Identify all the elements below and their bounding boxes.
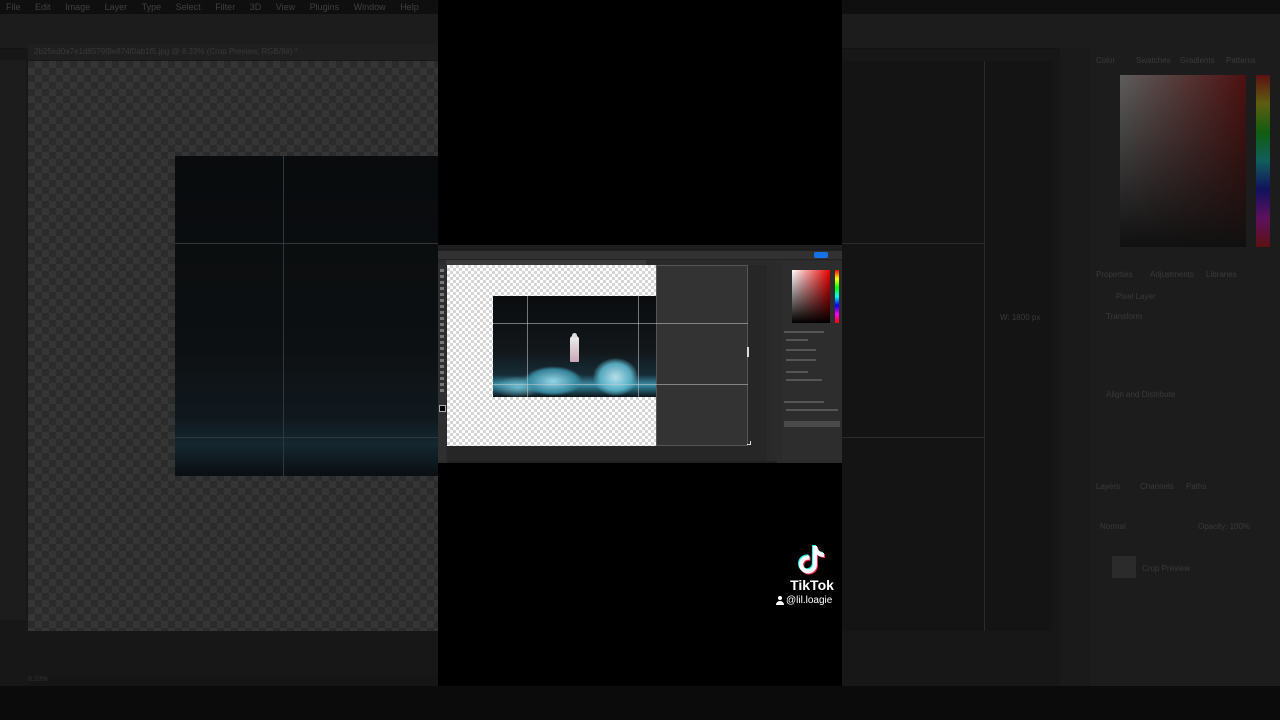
brush-tool-icon[interactable]	[440, 317, 444, 320]
ps-options-bar[interactable]	[438, 251, 842, 260]
ps-hue-slider[interactable]	[835, 270, 839, 323]
ps-align-icons	[786, 379, 822, 381]
smoke-effect	[593, 358, 638, 396]
path-select-icon[interactable]	[440, 371, 444, 374]
tiktok-logo-icon	[798, 545, 825, 575]
ps-layers-tabs[interactable]	[784, 401, 824, 403]
ps-properties-row	[786, 339, 808, 341]
frame-tool-icon[interactable]	[440, 299, 444, 302]
history-brush-icon[interactable]	[440, 329, 444, 332]
crop-grid-line	[638, 296, 639, 397]
crop-grid-line	[527, 296, 528, 397]
marquee-tool-icon[interactable]	[440, 275, 444, 278]
ps-toolbar	[438, 265, 446, 461]
ps-scrollbar[interactable]	[768, 265, 774, 461]
person-figure	[570, 336, 579, 362]
healing-tool-icon[interactable]	[440, 311, 444, 314]
gradient-tool-icon[interactable]	[440, 341, 444, 344]
ps-color-picker[interactable]	[792, 270, 830, 323]
ps-share-button[interactable]	[814, 252, 828, 258]
eyedropper-tool-icon[interactable]	[440, 305, 444, 308]
select-tool-icon[interactable]	[440, 287, 444, 290]
ps-layers-options[interactable]	[786, 409, 838, 411]
lasso-tool-icon[interactable]	[440, 281, 444, 284]
ps-transform-row	[786, 349, 816, 351]
tiktok-handle-text: @lil.loagie	[786, 595, 833, 606]
crop-grid-line	[493, 323, 748, 324]
foreground-color-swatch[interactable]	[439, 405, 446, 412]
shape-tool-icon[interactable]	[440, 377, 444, 380]
ps-layer-row[interactable]	[784, 421, 840, 427]
bottom-letterbox	[0, 686, 1280, 720]
eraser-tool-icon[interactable]	[440, 335, 444, 338]
blur-tool-icon[interactable]	[440, 347, 444, 350]
move-tool-icon[interactable]	[440, 269, 444, 272]
crop-tool-icon[interactable]	[440, 293, 444, 296]
hand-tool-icon[interactable]	[440, 383, 444, 386]
stamp-tool-icon[interactable]	[440, 323, 444, 326]
ps-align-row	[786, 371, 808, 373]
smoke-effect	[523, 366, 583, 396]
tiktok-handle: @lil.loagie	[776, 595, 846, 606]
ps-properties-tabs[interactable]	[784, 331, 824, 333]
type-tool-icon[interactable]	[440, 365, 444, 368]
ps-status-bar	[447, 461, 777, 463]
ps-transform-row	[786, 359, 816, 361]
ps-photo-layer[interactable]	[493, 296, 656, 397]
crop-grid-line	[493, 384, 748, 385]
zoom-tool-icon[interactable]	[440, 389, 444, 392]
pen-tool-icon[interactable]	[440, 359, 444, 362]
dodge-tool-icon[interactable]	[440, 353, 444, 356]
crop-corner-handle[interactable]	[747, 441, 751, 445]
ps-crop-extension-area[interactable]	[656, 265, 748, 446]
crop-handle[interactable]	[747, 347, 749, 357]
tiktok-brand-label: TikTok	[790, 577, 834, 593]
person-head	[572, 333, 577, 338]
user-icon	[776, 596, 784, 605]
photoshop-screenshot: File Edit Image Layer Type Select Filter…	[438, 245, 842, 463]
